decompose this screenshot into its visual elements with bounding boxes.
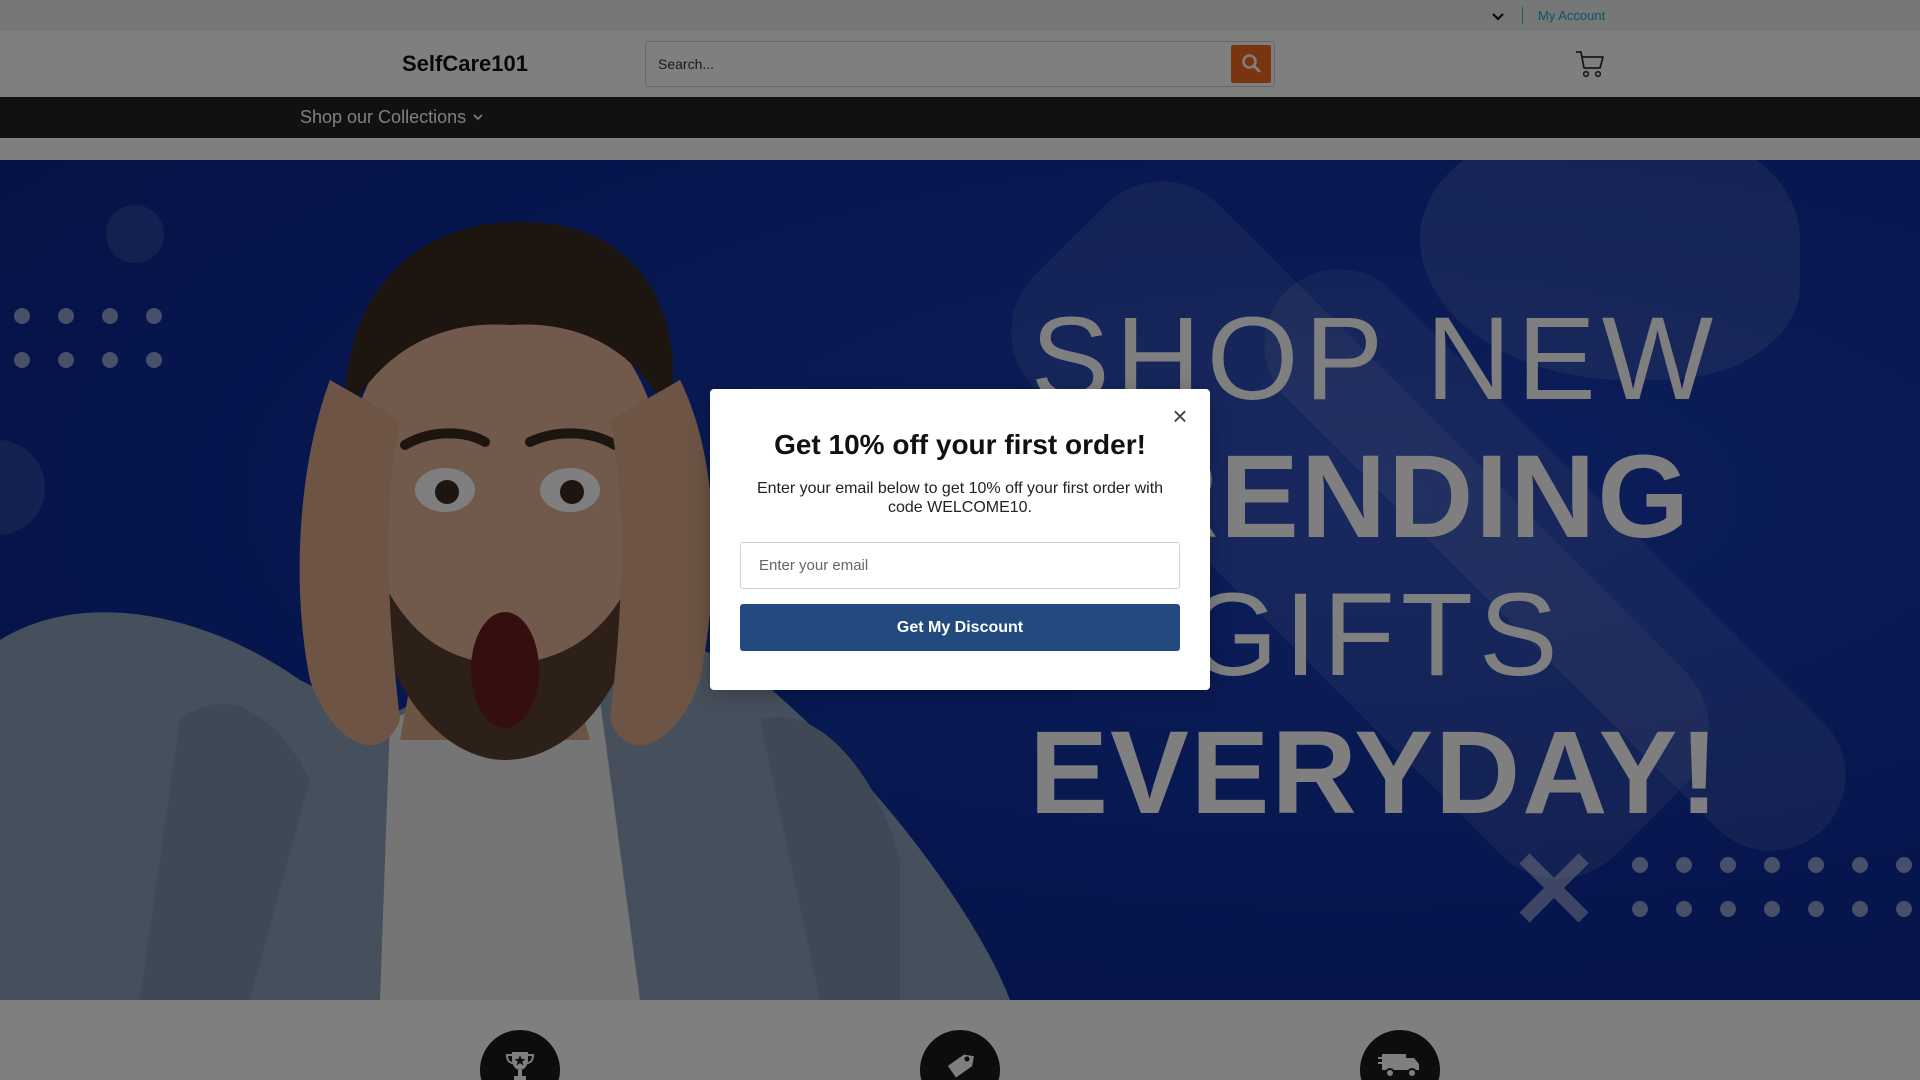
discount-popup: × Get 10% off your first order! Enter yo… <box>710 389 1210 690</box>
email-field[interactable] <box>740 542 1180 589</box>
close-icon[interactable]: × <box>1170 403 1190 429</box>
popup-description: Enter your email below to get 10% off yo… <box>756 480 1164 516</box>
popup-title: Get 10% off your first order! <box>774 429 1146 460</box>
get-discount-button[interactable]: Get My Discount <box>740 604 1180 651</box>
